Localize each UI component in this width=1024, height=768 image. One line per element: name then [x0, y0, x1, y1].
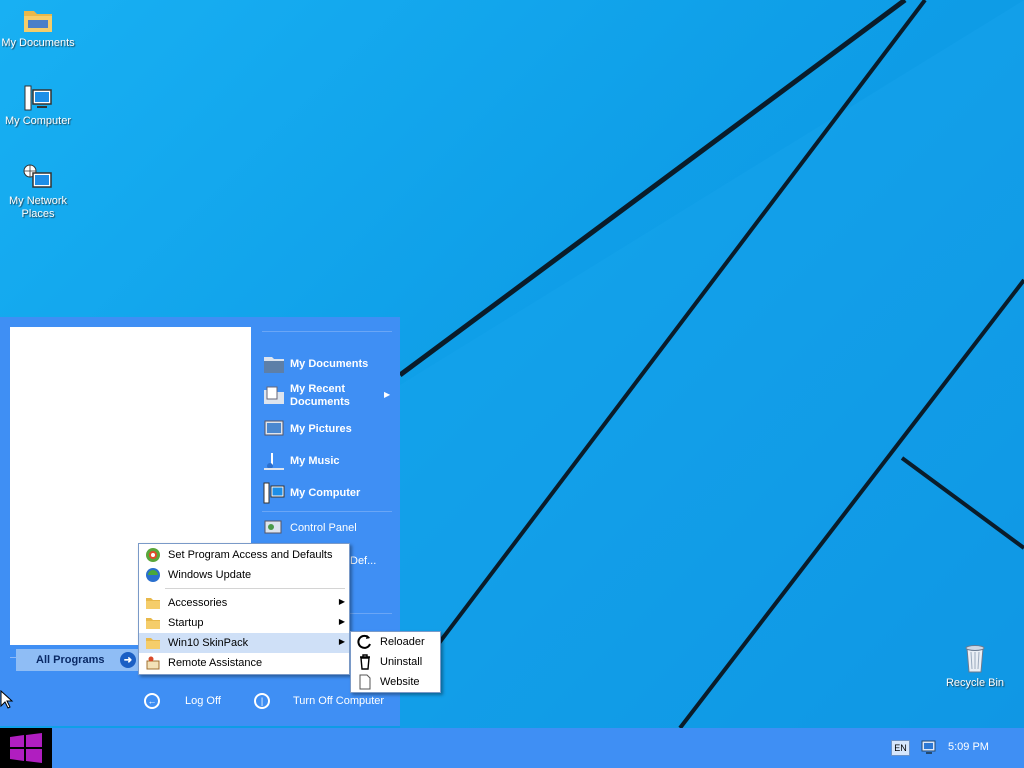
network-icon: [23, 164, 52, 188]
mouse-cursor-icon: [0, 690, 14, 709]
start-item-my-music[interactable]: My Music: [262, 449, 340, 473]
arrow-right-icon: ➜: [120, 652, 136, 668]
start-item-label: My Documents: [290, 358, 369, 370]
computer-icon: [24, 85, 52, 111]
all-programs-button[interactable]: All Programs ➜: [16, 649, 140, 671]
menu-item-label: Uninstall: [380, 656, 423, 668]
desktop-icon-my-computer[interactable]: My Computer: [0, 84, 76, 128]
desktop-icon-my-network-places[interactable]: My Network Places: [0, 164, 76, 221]
start-item-label: My Music: [290, 455, 340, 467]
desktop-icon-recycle-bin[interactable]: Recycle Bin: [937, 642, 1013, 690]
all-programs-menu: Set Program Access and Defaults Windows …: [138, 543, 350, 675]
trash-icon: [360, 654, 370, 670]
start-item-label: Def...: [350, 555, 377, 567]
chevron-right-icon: ▶: [338, 617, 345, 626]
menu-item-windows-update[interactable]: Windows Update: [139, 565, 349, 585]
menu-item-uninstall[interactable]: Uninstall: [351, 652, 440, 672]
divider: [262, 511, 392, 512]
refresh-icon: [357, 634, 371, 649]
chevron-right-icon: ▶: [338, 637, 345, 646]
menu-item-label: Reloader: [380, 636, 425, 648]
recycle-bin-icon: [965, 645, 985, 673]
menu-item-label: Windows Update: [168, 569, 252, 581]
start-item-my-documents[interactable]: My Documents: [262, 352, 368, 376]
menu-item-label: Set Program Access and Defaults: [168, 549, 333, 561]
power-icon: |: [254, 693, 270, 709]
desktop-icon-label: My Documents: [1, 37, 75, 49]
pictures-icon: [264, 420, 284, 436]
log-off-icon: ←: [144, 693, 160, 709]
clock[interactable]: 5:09 PM: [948, 741, 989, 753]
start-item-control-panel[interactable]: Control Panel: [262, 516, 357, 540]
start-item-label: Control Panel: [290, 522, 357, 534]
remote-assistance-icon: [146, 656, 160, 670]
start-button[interactable]: [0, 728, 52, 768]
start-menu-footer: ← Log Off | Turn Off Computer: [0, 685, 400, 725]
divider: [165, 588, 345, 589]
menu-item-label: Win10 SkinPack: [168, 637, 249, 649]
start-item-default-programs[interactable]: Def...: [350, 555, 376, 567]
folder-icon: [24, 11, 52, 32]
all-programs-label: All Programs: [36, 654, 105, 666]
menu-item-label: Remote Assistance: [168, 657, 263, 669]
taskbar: EN 5:09 PM: [0, 728, 1024, 768]
windows-logo-icon: [10, 733, 42, 763]
computer-icon: [263, 482, 285, 504]
desktop-icon-label: My Computer: [4, 115, 72, 127]
divider: [262, 331, 392, 332]
folder-icon: [146, 598, 160, 609]
desktop-icon-my-documents[interactable]: My Documents: [0, 6, 76, 50]
network-tray-icon[interactable]: [920, 738, 938, 756]
menu-item-set-program-access[interactable]: Set Program Access and Defaults: [139, 545, 349, 565]
music-icon: [264, 453, 284, 470]
chevron-right-icon: ▶: [338, 597, 345, 606]
skinpack-submenu: Reloader Uninstall Website: [350, 631, 441, 693]
start-item-my-computer[interactable]: My Computer: [262, 481, 360, 505]
start-item-my-pictures[interactable]: My Pictures: [262, 417, 352, 441]
document-icon: [359, 674, 371, 690]
desktop-icon-label: My Network Places: [8, 195, 68, 220]
recent-documents-icon: [264, 386, 284, 404]
turn-off-button[interactable]: | Turn Off Computer: [254, 693, 394, 711]
language-indicator[interactable]: EN: [891, 740, 910, 756]
menu-item-startup[interactable]: Startup ▶: [139, 613, 349, 633]
folder-icon: [264, 357, 284, 373]
menu-item-remote-assistance[interactable]: Remote Assistance: [139, 653, 349, 673]
start-item-label: My Computer: [290, 487, 361, 499]
menu-item-label: Startup: [168, 617, 204, 629]
chevron-right-icon: ▶: [384, 390, 391, 399]
menu-item-label: Accessories: [168, 597, 228, 609]
turn-off-label: Turn Off Computer: [293, 695, 385, 707]
log-off-label: Log Off: [185, 695, 221, 707]
menu-item-website[interactable]: Website: [351, 672, 440, 692]
start-item-my-recent-documents[interactable]: My Recent Documents: [262, 383, 370, 409]
menu-item-reloader[interactable]: Reloader: [351, 632, 440, 652]
menu-item-label: Website: [380, 676, 420, 688]
desktop-icon-label: Recycle Bin: [945, 677, 1005, 689]
start-item-label: My Pictures: [290, 423, 352, 435]
menu-item-accessories[interactable]: Accessories ▶: [139, 593, 349, 613]
menu-item-win10-skinpack[interactable]: Win10 SkinPack ▶: [139, 633, 349, 653]
control-panel-icon: [264, 520, 282, 534]
program-access-icon: [146, 548, 160, 562]
folder-icon: [146, 638, 160, 649]
folder-icon: [146, 618, 160, 629]
start-item-label: My Recent Documents: [290, 383, 350, 408]
log-off-button[interactable]: ← Log Off: [144, 693, 234, 711]
windows-update-icon: [146, 568, 160, 582]
